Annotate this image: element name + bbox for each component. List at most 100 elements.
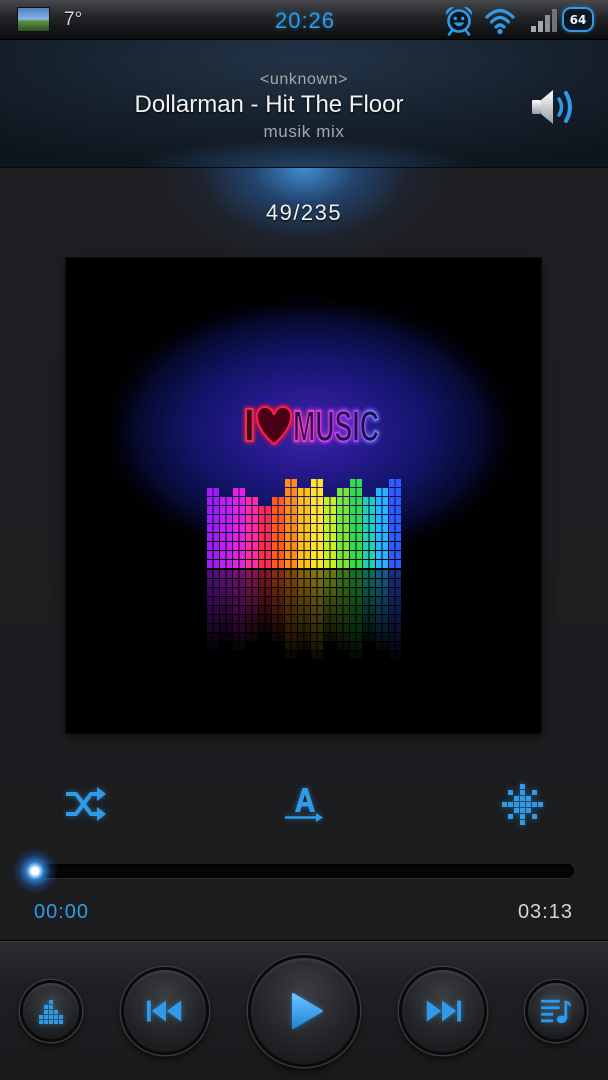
eq-bar-cell (369, 524, 375, 532)
eq-bar-cell (265, 524, 271, 532)
eq-reflection-cell (252, 615, 258, 623)
eq-bar-cell (278, 551, 284, 559)
eq-reflection-cell (304, 624, 310, 632)
eq-bar-cell (343, 551, 349, 559)
eq-bar-cell (259, 551, 265, 559)
eq-bar-cell (291, 542, 297, 550)
eq-bar-cell (376, 542, 382, 550)
eq-reflection-cell (233, 633, 239, 641)
eq-reflection-cell (207, 633, 213, 641)
eq-reflection-cell (317, 597, 323, 605)
play-order-icon (285, 788, 323, 822)
eq-bar-cell (207, 551, 213, 559)
eq-reflection-cell (363, 570, 369, 578)
eq-bar-cell (304, 533, 310, 541)
eq-bar-cell (220, 551, 226, 559)
eq-bar-cell (259, 515, 265, 523)
play-order-button[interactable] (282, 785, 326, 825)
eq-reflection-cell (317, 642, 323, 650)
eq-reflection-cell (337, 579, 343, 587)
eq-bar-cell (330, 515, 336, 523)
eq-reflection-cell (304, 597, 310, 605)
eq-reflection-cell (376, 615, 382, 623)
eq-bar-cell (363, 497, 369, 505)
eq-bar-cell (317, 560, 323, 568)
eq-bar-cell (226, 560, 232, 568)
eq-reflection-cell (395, 642, 401, 650)
seek-bar[interactable] (40, 864, 574, 878)
eq-bar-cell (213, 551, 219, 559)
eq-bar-cell (317, 533, 323, 541)
eq-reflection-cell (220, 570, 226, 578)
eq-reflection-cell (220, 615, 226, 623)
eq-bar-cell (285, 488, 291, 496)
eq-bar-cell (324, 533, 330, 541)
eq-reflection-cell (350, 615, 356, 623)
eq-bar-cell (317, 479, 323, 487)
eq-reflection-cell (324, 624, 330, 632)
eq-reflection-cell (207, 606, 213, 614)
seek-thumb[interactable] (11, 847, 59, 895)
eq-reflection-cell (298, 579, 304, 587)
eq-reflection-cell (369, 633, 375, 641)
eq-reflection-cell (233, 615, 239, 623)
eq-bar-cell (285, 506, 291, 514)
eq-reflection-cell (337, 606, 343, 614)
eq-bar-cell (337, 497, 343, 505)
eq-reflection-cell (363, 606, 369, 614)
eq-bar-cell (311, 515, 317, 523)
eq-bar-cell (343, 515, 349, 523)
eq-reflection-cell (382, 624, 388, 632)
eq-reflection-cell (304, 579, 310, 587)
eq-bar-cell (382, 524, 388, 532)
eq-bar-cell (298, 551, 304, 559)
eq-bar-cell (278, 533, 284, 541)
eq-reflection-cell (213, 633, 219, 641)
eq-bar-cell (317, 524, 323, 532)
shuffle-button[interactable] (62, 782, 110, 826)
eq-reflection-cell (285, 615, 291, 623)
eq-bar-cell (304, 560, 310, 568)
eq-reflection-cell (317, 606, 323, 614)
eq-bar-cell (252, 542, 258, 550)
eq-reflection-cell (376, 624, 382, 632)
next-icon (426, 1000, 462, 1022)
volume-button[interactable] (528, 84, 580, 130)
eq-bar-cell (285, 515, 291, 523)
eq-reflection-cell (239, 624, 245, 632)
eq-reflection-cell (252, 579, 258, 587)
sound-effect-button[interactable] (499, 783, 547, 827)
eq-bar-cell (207, 542, 213, 550)
eq-reflection-cell (363, 588, 369, 596)
eq-bar-cell (350, 488, 356, 496)
eq-reflection-cell (350, 642, 356, 650)
eq-reflection-cell (226, 570, 232, 578)
eq-bar-cell (220, 560, 226, 568)
eq-reflection-cell (395, 615, 401, 623)
playlist-button[interactable] (525, 980, 587, 1042)
next-button[interactable] (399, 967, 487, 1055)
eq-reflection-cell (317, 588, 323, 596)
eq-bar-cell (356, 479, 362, 487)
eq-bar-cell (272, 542, 278, 550)
play-button[interactable] (248, 955, 360, 1067)
eq-bar-cell (207, 497, 213, 505)
eq-reflection-cell (207, 624, 213, 632)
eq-reflection-cell (382, 615, 388, 623)
eq-bar-cell (356, 515, 362, 523)
eq-bar-cell (363, 551, 369, 559)
eq-bar-cell (233, 560, 239, 568)
eq-reflection-cell (291, 597, 297, 605)
eq-reflection-cell (363, 633, 369, 641)
eq-reflection-cell (207, 642, 213, 650)
eq-reflection-cell (259, 615, 265, 623)
eq-reflection-cell (311, 597, 317, 605)
eq-reflection-cell (395, 651, 401, 659)
eq-bar-cell (252, 515, 258, 523)
previous-button[interactable] (121, 967, 209, 1055)
eq-reflection-cell (369, 579, 375, 587)
eq-bar-cell (382, 488, 388, 496)
eq-reflection-cell (233, 597, 239, 605)
equalizer-button[interactable] (20, 980, 82, 1042)
eq-bar-cell (369, 515, 375, 523)
